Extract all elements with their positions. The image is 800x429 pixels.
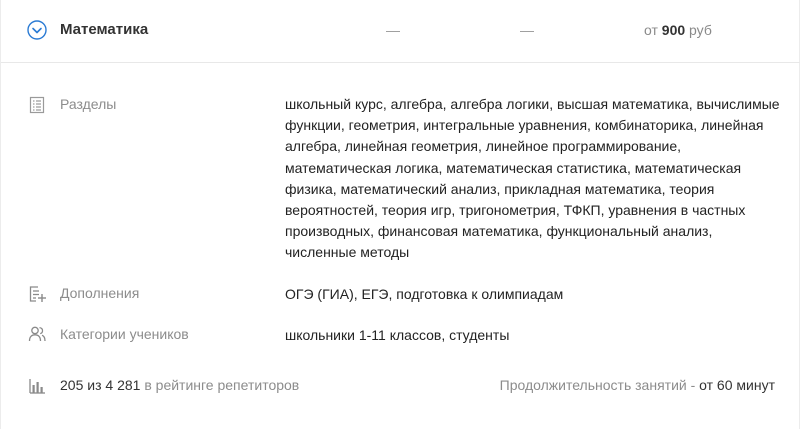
- sections-value: школьный курс, алгебра, алгебра логики, …: [285, 96, 780, 261]
- price-prefix: от: [644, 22, 658, 38]
- student-categories-value: школьники 1-11 классов, студенты: [285, 327, 510, 343]
- rating-rank: 205: [60, 377, 84, 393]
- price-unit: руб: [689, 22, 712, 38]
- price-value: 900: [661, 22, 686, 38]
- subject-title: Математика: [60, 21, 149, 38]
- additions-value: ОГЭ (ГИА), ЕГЭ, подготовка к олимпиадам: [285, 286, 564, 302]
- sections-label: Разделы: [60, 96, 117, 112]
- list-add-icon: [29, 286, 46, 302]
- column-1-value: —: [386, 22, 400, 38]
- subject-header[interactable]: Математика — — от 900 руб: [1, 0, 800, 63]
- lesson-duration: Продолжительность занятий - от 60 минут: [500, 377, 775, 393]
- users-icon: [28, 326, 46, 342]
- student-categories-label: Категории учеников: [60, 326, 189, 342]
- additions-label: Дополнения: [60, 285, 140, 301]
- price: от 900 руб: [644, 22, 712, 38]
- rating-info: 205 из 4 281 в рейтинге репетиторов: [60, 377, 299, 393]
- tutor-subject-card: Математика — — от 900 руб Разделы школьн…: [0, 0, 800, 429]
- duration-label: Продолжительность занятий -: [499, 377, 696, 393]
- rating-total: 4 281: [105, 377, 141, 393]
- duration-value: от 60 минут: [699, 377, 775, 393]
- document-list-icon: [29, 96, 45, 114]
- column-2-value: —: [520, 22, 534, 38]
- rating-of: из: [87, 377, 102, 393]
- rating-text: в рейтинге репетиторов: [144, 377, 300, 393]
- chevron-down-icon[interactable]: [27, 20, 47, 40]
- bar-chart-icon: [29, 379, 45, 394]
